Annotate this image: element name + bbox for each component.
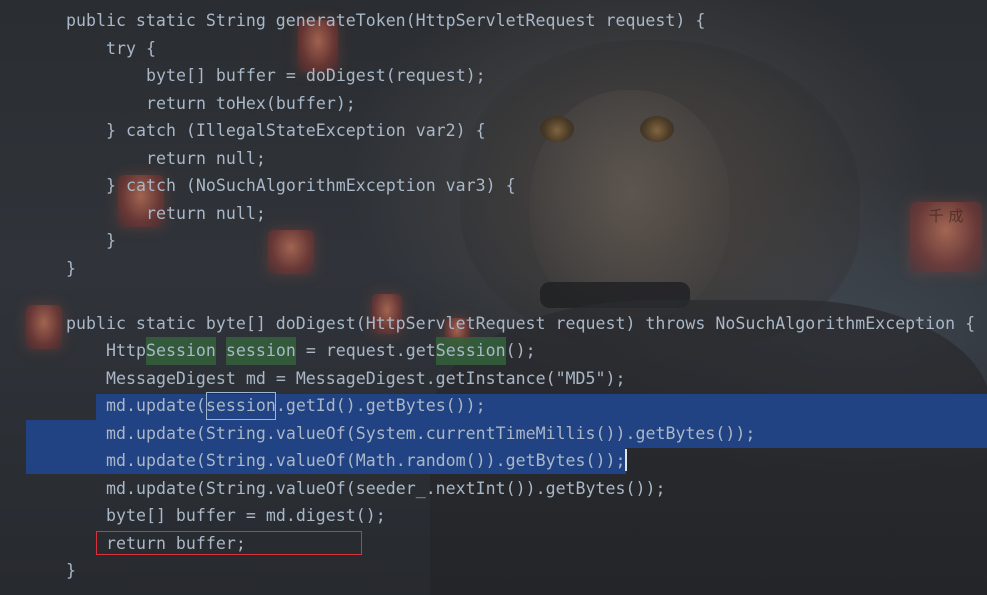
code-token: } — [66, 561, 76, 580]
code-token: (); — [505, 341, 536, 360]
code-line[interactable]: try { — [0, 35, 987, 63]
code-line[interactable]: return null; — [0, 145, 987, 173]
code-token: } catch (IllegalStateException var2) { — [106, 121, 486, 140]
code-token: = request.get — [295, 341, 436, 360]
annotation-red-box — [96, 531, 362, 555]
code-line[interactable]: } — [0, 557, 987, 585]
code-token: md.update(String.valueOf(seeder_.nextInt… — [106, 478, 666, 498]
code-token: } catch (NoSuchAlgorithmException var3) … — [106, 176, 516, 195]
caret-identifier: session — [205, 392, 276, 420]
text-caret — [625, 449, 627, 471]
code-token: } — [106, 231, 116, 250]
code-line[interactable]: public static byte[] doDigest(HttpServle… — [0, 310, 987, 338]
code-token: Http — [106, 341, 146, 360]
code-token: return null; — [146, 203, 266, 223]
code-line[interactable]: byte[] buffer = md.digest(); — [0, 502, 987, 530]
code-editor[interactable]: public static String generateToken(HttpS… — [0, 7, 987, 585]
code-line[interactable]: md.update(String.valueOf(Math.random()).… — [0, 447, 987, 475]
code-token: .getId().getBytes()); — [275, 396, 486, 415]
code-token: try { — [106, 38, 156, 58]
code-token: public static String generateToken(HttpS… — [66, 11, 706, 30]
usage-highlight: Session — [145, 337, 216, 365]
code-line[interactable]: md.update(String.valueOf(seeder_.nextInt… — [0, 475, 987, 503]
code-line[interactable] — [0, 282, 987, 310]
code-token: return toHex(buffer); — [146, 93, 356, 113]
code-token: byte[] buffer = doDigest(request); — [146, 66, 486, 85]
code-line[interactable]: md.update(String.valueOf(System.currentT… — [0, 420, 987, 448]
usage-highlight: Session — [435, 337, 506, 365]
code-line[interactable]: byte[] buffer = doDigest(request); — [0, 62, 987, 90]
code-line[interactable]: } catch (IllegalStateException var2) { — [0, 117, 987, 145]
code-token: byte[] buffer = md.digest(); — [106, 506, 386, 525]
code-line[interactable]: HttpSession session = request.getSession… — [0, 337, 987, 365]
code-line[interactable]: MessageDigest md = MessageDigest.getInst… — [0, 365, 987, 393]
code-token: } — [66, 258, 76, 278]
code-line[interactable]: return toHex(buffer); — [0, 90, 987, 118]
code-line[interactable]: } — [0, 227, 987, 255]
code-line[interactable]: } — [0, 255, 987, 283]
code-line[interactable]: } catch (NoSuchAlgorithmException var3) … — [0, 172, 987, 200]
code-line[interactable]: public static String generateToken(HttpS… — [0, 7, 987, 35]
usage-highlight: session — [225, 337, 296, 365]
code-token: public static byte[] doDigest(HttpServle… — [66, 313, 976, 333]
code-token: return null; — [146, 148, 266, 168]
code-line[interactable]: return null; — [0, 200, 987, 228]
code-token: md.update(String.valueOf(Math.random()).… — [106, 451, 626, 470]
code-token: md.update( — [106, 396, 206, 415]
code-token: md.update(String.valueOf(System.currentT… — [106, 423, 756, 443]
code-line[interactable]: md.update(session.getId().getBytes()); — [0, 392, 987, 420]
code-token: MessageDigest md = MessageDigest.getInst… — [106, 368, 626, 388]
